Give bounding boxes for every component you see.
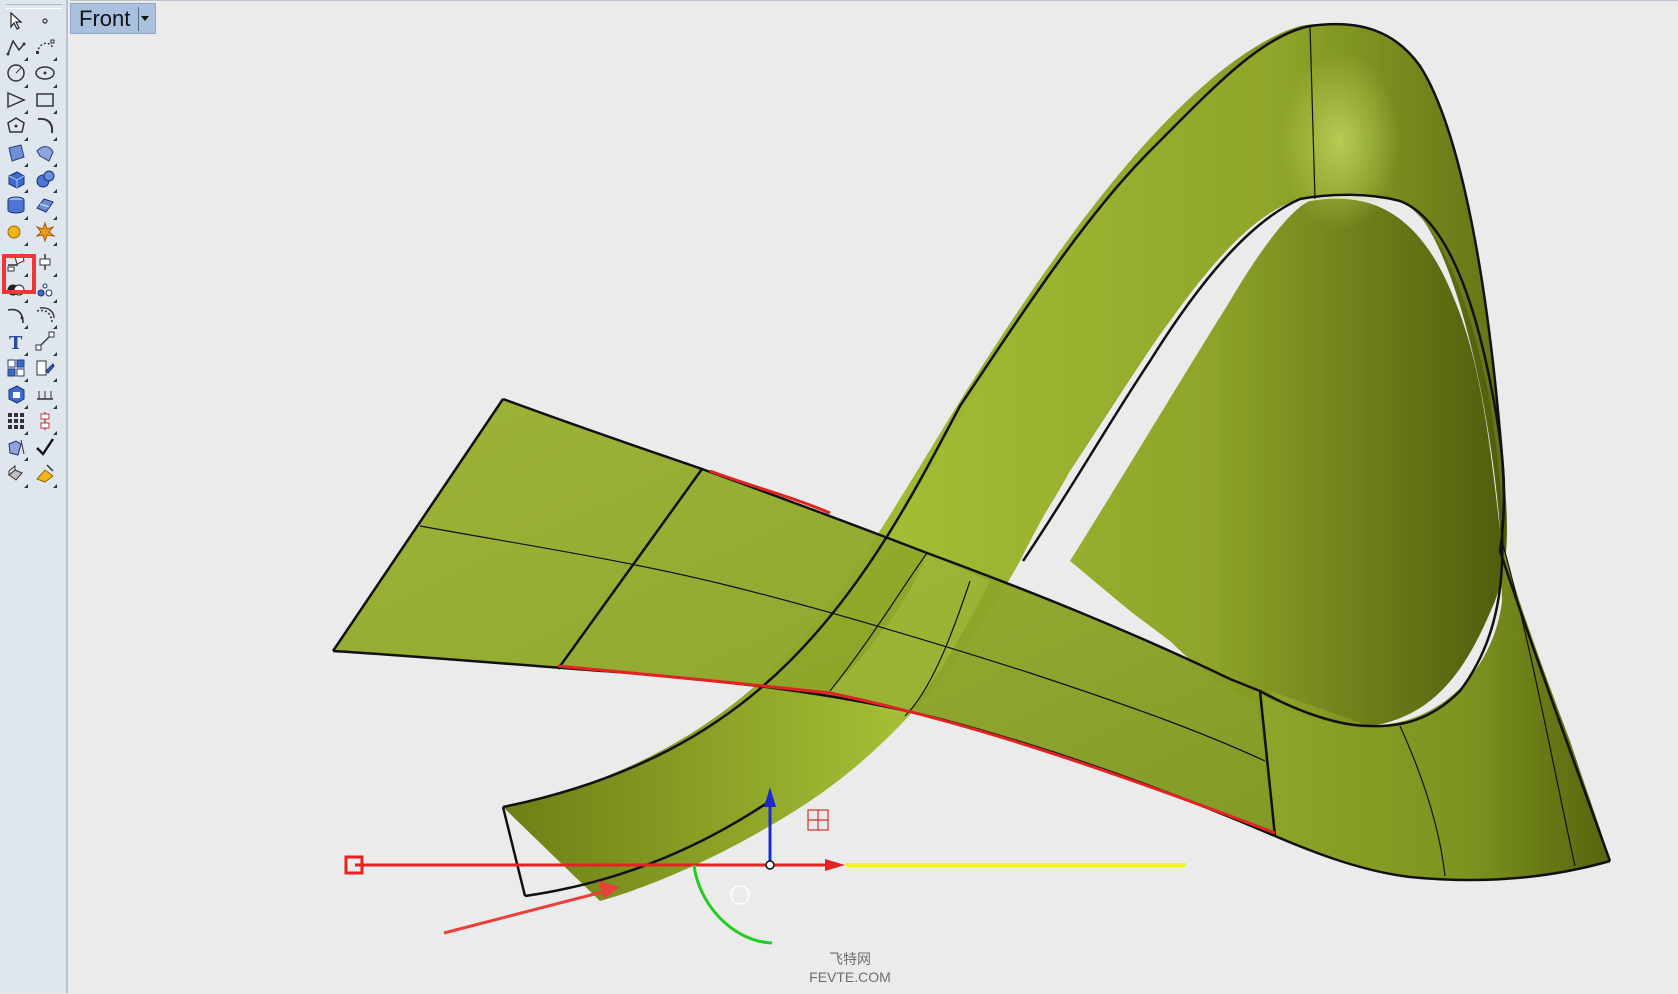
properties-button[interactable] — [32, 463, 58, 489]
gumball-rotate-arc[interactable] — [692, 864, 773, 945]
dimension-button[interactable] — [32, 384, 58, 410]
select-icon — [5, 10, 27, 37]
boolean-union-icon — [5, 278, 27, 305]
offset-icon — [34, 304, 56, 331]
viewport-front[interactable]: Front — [70, 0, 1678, 994]
viewport-menu-dropdown[interactable] — [138, 6, 150, 31]
gumball-x-arrow[interactable] — [825, 859, 845, 871]
rectangle-button[interactable] — [32, 89, 58, 115]
surface-icon — [5, 142, 27, 169]
watermark: 飞特网 FEVTE.COM — [790, 950, 910, 986]
solid-button[interactable] — [3, 384, 29, 410]
cylinder-button[interactable] — [3, 195, 29, 221]
text-button[interactable]: T — [3, 331, 29, 357]
box-button[interactable] — [3, 168, 29, 194]
chevron-down-icon — [141, 16, 150, 21]
point-icon — [34, 10, 56, 37]
circle-icon — [5, 62, 27, 89]
point-object-icon — [34, 278, 56, 305]
box-icon — [5, 168, 27, 195]
check-button[interactable] — [32, 436, 58, 462]
explode-icon — [34, 221, 56, 248]
arc-icon — [5, 89, 27, 116]
sphere-icon — [34, 168, 56, 195]
array-icon — [5, 410, 27, 437]
gumball-origin[interactable] — [765, 860, 775, 870]
surface-from-curves-button[interactable] — [3, 252, 29, 278]
group-icon — [5, 357, 27, 384]
fillet-button[interactable] — [3, 304, 29, 330]
svg-text:T: T — [9, 333, 23, 352]
transform-button[interactable] — [32, 331, 58, 357]
select-button[interactable] — [3, 10, 29, 36]
viewport-title: Front — [79, 5, 131, 31]
surface-button[interactable] — [3, 142, 29, 168]
render-button[interactable] — [32, 357, 58, 383]
surface-tools-button[interactable] — [32, 142, 58, 168]
planar-drag-handle[interactable] — [807, 809, 829, 831]
arc-button[interactable] — [3, 89, 29, 115]
fillet-icon — [5, 304, 27, 331]
transform-icon — [34, 330, 56, 357]
point-object-button[interactable] — [32, 278, 58, 304]
circle-button[interactable] — [3, 63, 29, 89]
watermark-line-2: FEVTE.COM — [809, 969, 891, 985]
analyze-button[interactable] — [3, 436, 29, 462]
edit-surface-icon — [34, 251, 56, 278]
text-icon: T — [5, 330, 27, 357]
properties-icon — [34, 462, 56, 489]
toolbar-grip[interactable] — [6, 4, 62, 9]
block-icon — [5, 462, 27, 489]
boolean-union-button[interactable] — [3, 278, 29, 304]
explode-button[interactable] — [32, 221, 58, 247]
mesh-icon — [34, 194, 56, 221]
cursor-circle — [730, 885, 750, 905]
light-button[interactable] — [3, 221, 29, 247]
cylinder-icon — [5, 194, 27, 221]
analyze-icon — [5, 436, 27, 463]
group-button[interactable] — [3, 357, 29, 383]
surface-from-curves-icon — [5, 251, 27, 278]
align-button[interactable] — [32, 410, 58, 436]
check-icon — [34, 436, 56, 463]
polygon-icon — [5, 115, 27, 142]
mesh-button[interactable] — [32, 195, 58, 221]
dimension-icon — [34, 383, 56, 410]
solid-icon — [5, 383, 27, 410]
edit-surface-button[interactable] — [32, 252, 58, 278]
arch-highlight — [1280, 51, 1400, 231]
light-icon — [5, 221, 27, 248]
curve-from-objects-button[interactable] — [32, 116, 58, 142]
point-button[interactable] — [32, 10, 58, 36]
polyline-button[interactable] — [3, 36, 29, 62]
render-icon — [34, 357, 56, 384]
viewport-scene[interactable] — [70, 1, 1678, 994]
ellipse-button[interactable] — [32, 63, 58, 89]
offset-button[interactable] — [32, 304, 58, 330]
surface-tools-icon — [34, 142, 56, 169]
curve-button[interactable] — [32, 36, 58, 62]
polygon-button[interactable] — [3, 116, 29, 142]
polyline-icon — [5, 36, 27, 63]
sphere-button[interactable] — [32, 168, 58, 194]
watermark-line-1: 飞特网 — [829, 951, 871, 967]
viewport-title-tab[interactable]: Front — [70, 3, 157, 34]
left-toolbar: T — [0, 0, 68, 993]
curve-from-objects-icon — [34, 115, 56, 142]
block-button[interactable] — [3, 463, 29, 489]
curve-icon — [34, 36, 56, 63]
align-icon — [34, 410, 56, 437]
array-button[interactable] — [3, 410, 29, 436]
ellipse-icon — [34, 62, 56, 89]
rectangle-icon — [34, 89, 56, 116]
